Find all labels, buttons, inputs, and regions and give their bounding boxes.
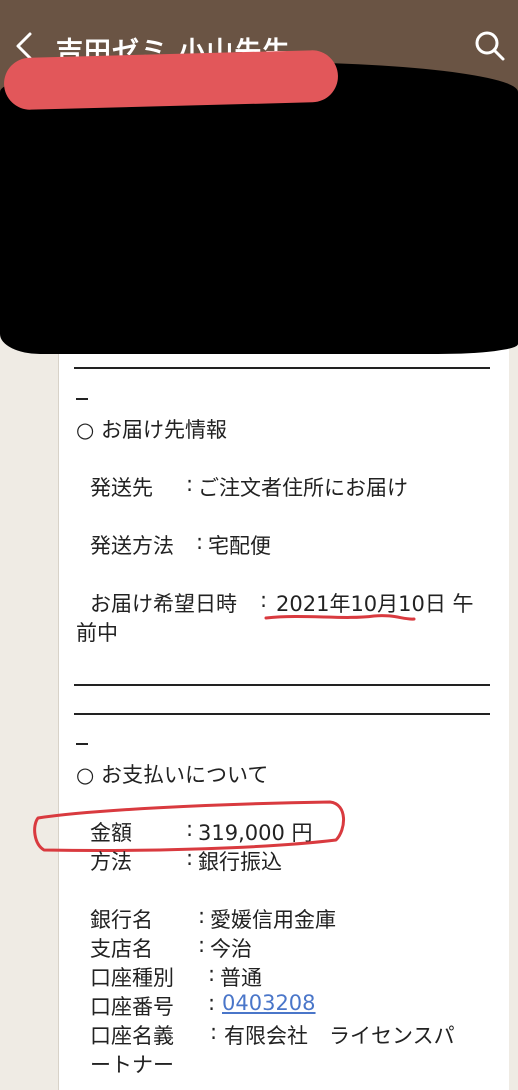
account-number-link[interactable]: 0403208 <box>222 991 316 1015</box>
separator-line <box>74 684 490 686</box>
account-type-value: 普通 <box>220 966 262 990</box>
account-holder-sep: : <box>210 1020 218 1044</box>
branch-sep: : <box>198 933 206 957</box>
separator-dash <box>76 398 88 400</box>
delivery-date-label: お届け希望日時 <box>90 592 237 616</box>
account-type-label: 口座種別 <box>90 966 174 990</box>
red-redaction-scribble <box>3 49 339 111</box>
delivery-date-value-cont: 前中 <box>76 621 118 645</box>
payment-method-label: 方法 <box>90 850 132 874</box>
account-number-sep: : <box>208 991 216 1015</box>
account-type-sep: : <box>208 962 216 986</box>
branch-value: 今治 <box>210 937 252 961</box>
shipping-method-value: 宅配便 <box>208 534 271 558</box>
bank-name-value: 愛媛信用金庫 <box>210 908 336 932</box>
separator-line <box>74 713 490 715</box>
red-underline-annotation <box>264 614 416 621</box>
separator-dash <box>76 743 88 745</box>
account-number-label: 口座番号 <box>90 995 174 1019</box>
account-holder-label: 口座名義 <box>90 1024 174 1048</box>
account-holder-value-cont: ートナー <box>90 1053 174 1077</box>
payment-method-value: 銀行振込 <box>198 850 282 874</box>
ship-to-sep: : <box>186 472 194 496</box>
payment-method-sep: : <box>186 846 194 870</box>
separator-line <box>74 367 490 369</box>
account-holder-value: 有限会社 ライセンスパ <box>224 1024 455 1048</box>
ship-to-value: ご注文者住所にお届け <box>198 476 408 500</box>
search-icon[interactable] <box>472 28 508 64</box>
payment-section-title: ○ お支払いについて <box>76 763 269 787</box>
black-redaction-scribble <box>0 62 518 354</box>
shipping-method-sep: : <box>196 530 204 554</box>
shipping-method-label: 発送方法 <box>90 534 174 558</box>
bank-name-sep: : <box>198 904 206 928</box>
delivery-section-title: ○ お届け先情報 <box>76 418 227 442</box>
delivery-date-sep: : <box>260 588 268 612</box>
branch-label: 支店名 <box>90 937 153 961</box>
bank-name-label: 銀行名 <box>90 908 153 932</box>
ship-to-label: 発送先 <box>90 476 153 500</box>
